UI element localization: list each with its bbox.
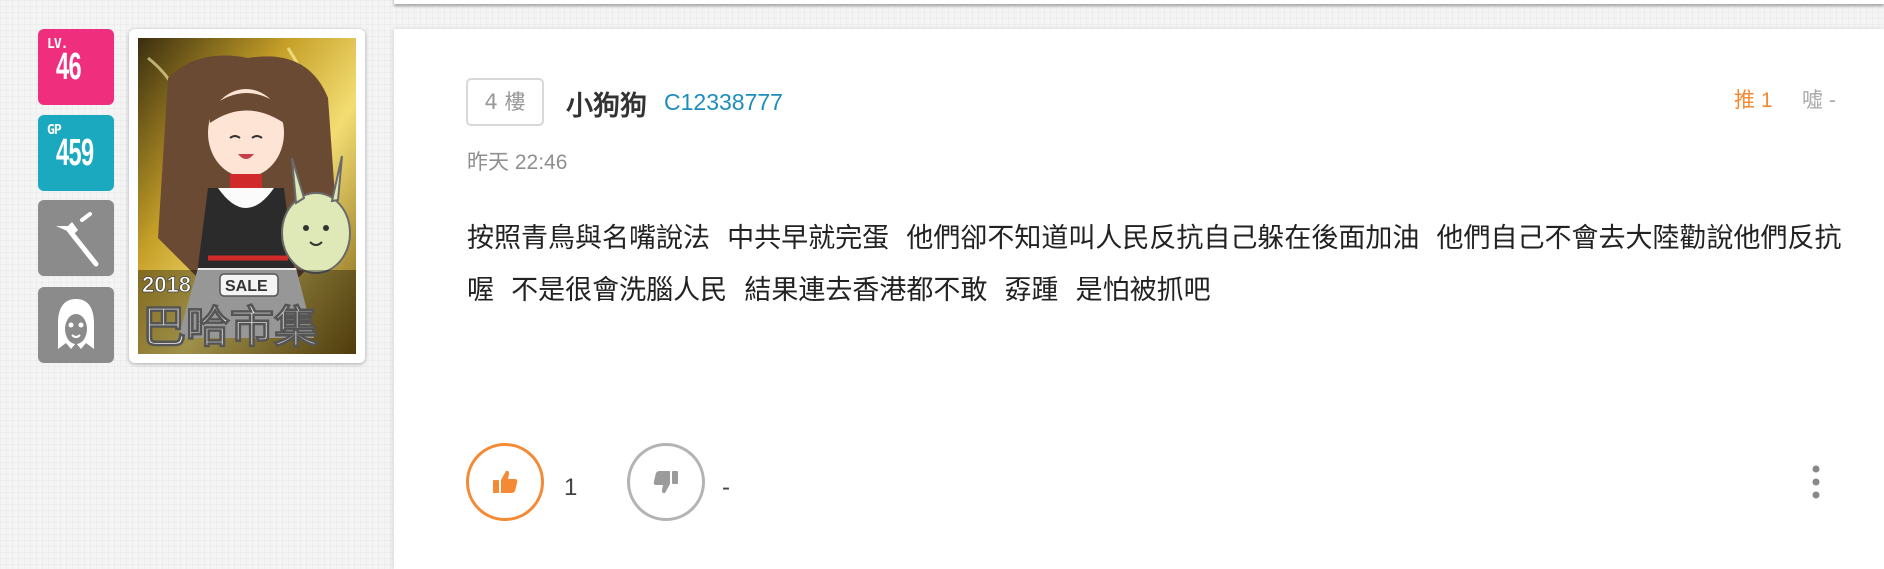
floor-tag[interactable]: 4 樓 [466,78,544,126]
wrench-tool-icon [56,212,99,267]
gp-count[interactable]: 推 1 [1734,84,1773,114]
ghost-mask-icon [58,299,94,349]
avatar[interactable]: 2018 SALE 巴哈市集 [129,29,365,363]
level-value: 46 [56,46,82,88]
avatar-image: 2018 SALE 巴哈市集 [138,38,356,354]
bp-count[interactable]: 噓 - [1802,84,1836,114]
level-badge[interactable]: LV. 46 [38,29,114,105]
more-vertical-icon [1812,465,1820,499]
more-options-button[interactable] [1804,464,1828,500]
dislike-button[interactable] [627,443,705,521]
gp-badge[interactable]: GP 459 [38,115,114,191]
wrench-tool-badge[interactable] [38,200,114,276]
post-content: 按照青鳥與名嘴說法 中共早就完蛋 他們卻不知道叫人民反抗自己躲在後面加油 他們自… [467,223,1842,306]
like-count: 1 [564,474,578,501]
gp-value: 459 [56,132,94,174]
ghost-mask-badge[interactable] [38,287,114,363]
avatar-banner-text: 巴哈市集 [142,302,318,353]
avatar-year-text: 2018 [142,272,191,297]
avatar-sale-text: SALE [225,278,268,295]
thumbs-up-icon [493,470,518,493]
user-id[interactable]: C12338777 [664,89,783,116]
like-button[interactable] [466,443,544,521]
thumbs-down-icon [653,471,678,494]
previous-post-card [394,0,1884,4]
post-timestamp: 昨天 22:46 [467,151,568,174]
dislike-count: - [722,474,730,501]
username[interactable]: 小狗狗 [566,84,647,123]
